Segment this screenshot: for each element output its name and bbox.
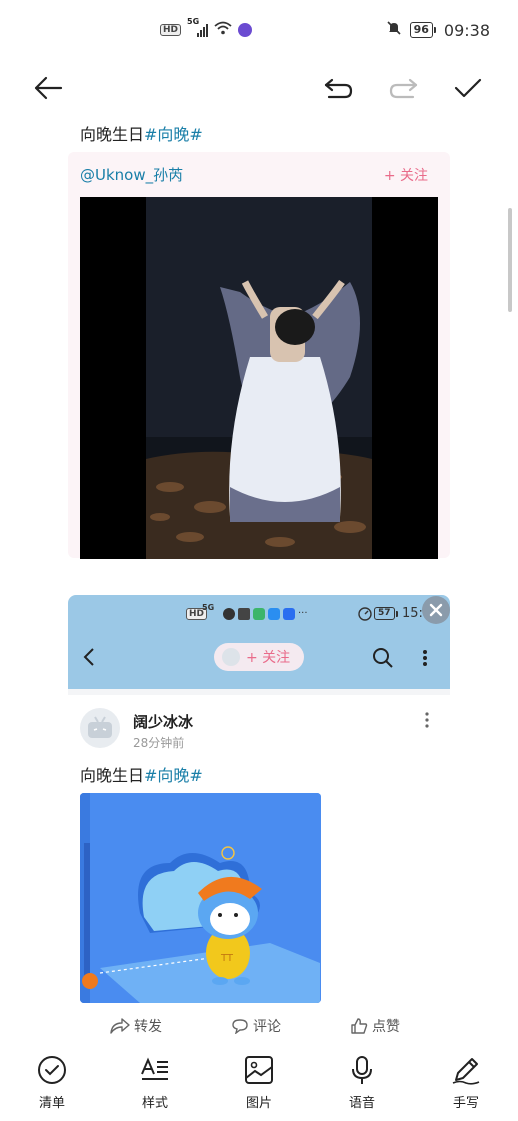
post-time: 28分钟前: [133, 736, 185, 750]
inner-network-type: 5G: [202, 603, 215, 612]
checklist-icon: [38, 1056, 66, 1084]
undo-button[interactable]: [322, 72, 354, 104]
share-label: 转发: [134, 1019, 162, 1035]
dancer-video-frame: [80, 197, 438, 559]
comment-label: 评论: [253, 1019, 281, 1035]
editor-bottom-bar: 清单 样式 图片 语音 手写: [0, 1048, 518, 1121]
image-label: 图片: [245, 1096, 272, 1111]
embedded-screenshot-header[interactable]: HD 5G ··· 57 15:13 + 关注: [68, 595, 450, 689]
pen-icon: [452, 1058, 480, 1085]
post2-tag[interactable]: #向晚#: [144, 766, 203, 785]
redo-icon: [389, 78, 418, 99]
post-tag[interactable]: #向晚#: [144, 125, 203, 144]
status-bar: HD 5G 96 09:38: [0, 0, 518, 58]
wifi-icon: [214, 20, 232, 39]
close-icon: [429, 603, 443, 617]
inner-follow-label: + 关注: [246, 650, 291, 666]
embedded-post-card[interactable]: @Uknow_孙芮 + 关注: [68, 152, 450, 559]
mute-bell-icon: [386, 20, 402, 40]
hd-badge: HD: [160, 23, 182, 36]
author-avatar[interactable]: [80, 708, 120, 748]
text-style-label: 样式: [141, 1096, 168, 1111]
microphone-icon: [352, 1056, 372, 1084]
chevron-left-icon: [83, 648, 94, 666]
arrow-left-icon: [34, 76, 63, 100]
back-button[interactable]: [32, 72, 64, 104]
battery-icon: 96: [409, 22, 436, 38]
app-notification-icon: [238, 22, 253, 37]
insert-image-button[interactable]: 图片: [229, 1054, 289, 1111]
undo-icon: [324, 78, 353, 99]
search-icon: [373, 648, 393, 668]
comment-button[interactable]: 评论: [231, 1016, 281, 1036]
inner-back-button[interactable]: [82, 647, 96, 671]
clock: 09:38: [443, 20, 490, 40]
share-button[interactable]: 转发: [110, 1016, 162, 1036]
signal-icon: 5G: [187, 17, 209, 37]
video-thumbnail[interactable]: [80, 197, 438, 559]
checklist-label: 清单: [38, 1096, 65, 1111]
network-type: 5G: [187, 16, 200, 26]
remove-image-button[interactable]: [422, 596, 450, 624]
voice-label: 语音: [348, 1096, 375, 1111]
like-button[interactable]: 点赞: [350, 1016, 400, 1036]
thumbs-up-icon: [351, 1018, 368, 1034]
text-style-button[interactable]: 样式: [125, 1054, 185, 1111]
checklist-button[interactable]: 清单: [22, 1054, 82, 1111]
status-right: 96 09:38: [386, 20, 490, 40]
shirt-text: TT: [220, 953, 234, 964]
inner-status-bar: HD 5G ··· 57 15:13: [68, 603, 450, 625]
inner-battery-icon: 57: [374, 607, 398, 620]
check-icon: [454, 78, 482, 98]
inner-battery-level: 57: [374, 607, 395, 620]
inner-follow-pill[interactable]: + 关注: [214, 643, 304, 671]
more-vertical-icon: [423, 650, 427, 666]
post-headline[interactable]: 向晚生日#向晚#: [80, 121, 203, 145]
done-button[interactable]: [452, 72, 484, 104]
like-label: 点赞: [372, 1019, 400, 1035]
inner-more-button[interactable]: [422, 649, 428, 671]
comment-icon: [232, 1019, 248, 1034]
status-icons: HD 5G: [160, 17, 253, 39]
redo-button[interactable]: [388, 72, 420, 104]
post2-text: 向晚生日: [80, 766, 145, 785]
author-name[interactable]: 阔少冰冰: [133, 711, 193, 732]
note-editor-screen: HD 5G 96 09:38 向晚生日#向晚# @Uknow_孙芮 + 关注 H…: [0, 0, 518, 1121]
tv-mascot-icon: [88, 716, 112, 738]
handwriting-label: 手写: [452, 1096, 479, 1111]
follow-button[interactable]: + 关注: [384, 165, 428, 185]
post2-headline[interactable]: 向晚生日#向晚#: [80, 762, 203, 786]
inner-speed-icon: [358, 607, 372, 624]
mascot-illustration: TT: [80, 793, 321, 1003]
card-divider: [68, 689, 450, 695]
post-more-button[interactable]: [424, 712, 430, 732]
share-icon: [110, 1018, 130, 1034]
more-vertical-icon: [425, 712, 429, 728]
handwriting-button[interactable]: 手写: [436, 1054, 496, 1111]
scrollbar[interactable]: [508, 208, 512, 312]
post-author-link[interactable]: @Uknow_孙芮: [80, 164, 183, 185]
text-style-icon: [141, 1057, 168, 1080]
post-text: 向晚生日: [80, 125, 145, 144]
inner-search-button[interactable]: [372, 647, 394, 673]
image-icon: [245, 1056, 273, 1084]
battery-level: 96: [409, 22, 433, 38]
post-actions: 转发 评论 点赞: [0, 1016, 518, 1042]
inner-avatar-icon: [222, 648, 240, 666]
voice-button[interactable]: 语音: [332, 1054, 392, 1111]
editor-toolbar: [0, 64, 518, 108]
post-image[interactable]: TT: [80, 793, 321, 1003]
inner-app-icons: ···: [223, 608, 308, 620]
